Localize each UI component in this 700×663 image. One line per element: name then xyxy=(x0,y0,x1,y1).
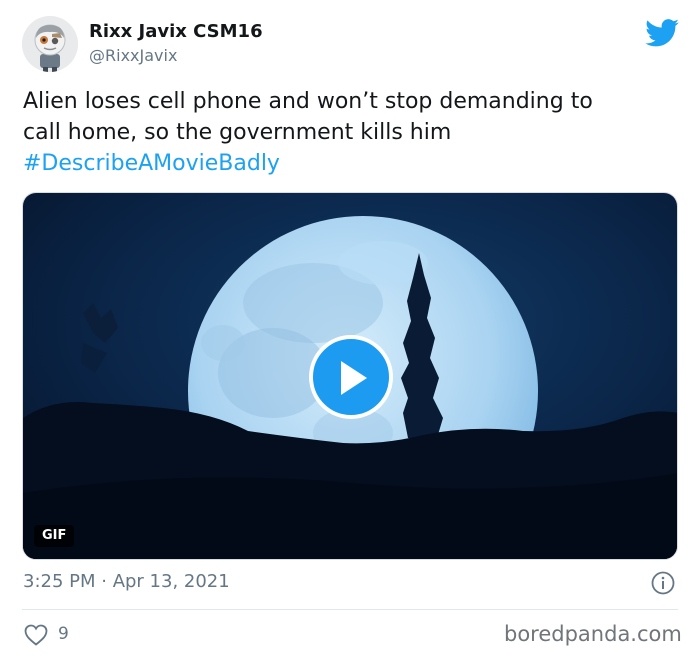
tweet-text: Alien loses cell phone and won’t stop de… xyxy=(23,86,673,179)
play-icon xyxy=(341,361,367,395)
tweet-text-line-1: Alien loses cell phone and won’t stop de… xyxy=(23,89,593,114)
hashtag-link[interactable]: #DescribeAMovieBadly xyxy=(23,148,673,179)
cartoon-character-avatar-icon xyxy=(22,16,78,72)
boredpanda-watermark: boredpanda.com xyxy=(504,622,682,646)
author-handle[interactable]: @RixxJavix xyxy=(89,46,177,65)
heart-icon[interactable] xyxy=(24,624,48,646)
gif-badge: GIF xyxy=(34,525,75,547)
tweet-text-line-2: call home, so the government kills him xyxy=(23,120,452,145)
twitter-bird-icon[interactable] xyxy=(645,19,679,47)
like-count: 9 xyxy=(58,624,69,644)
info-icon[interactable] xyxy=(651,571,675,595)
author-display-name[interactable]: Rixx Javix CSM16 xyxy=(89,21,263,42)
gif-media[interactable]: GIF xyxy=(22,192,678,560)
tweet-timestamp[interactable]: 3:25 PM · Apr 13, 2021 xyxy=(23,571,230,592)
play-button[interactable] xyxy=(309,335,393,419)
divider xyxy=(22,609,678,610)
avatar[interactable] xyxy=(22,16,78,72)
